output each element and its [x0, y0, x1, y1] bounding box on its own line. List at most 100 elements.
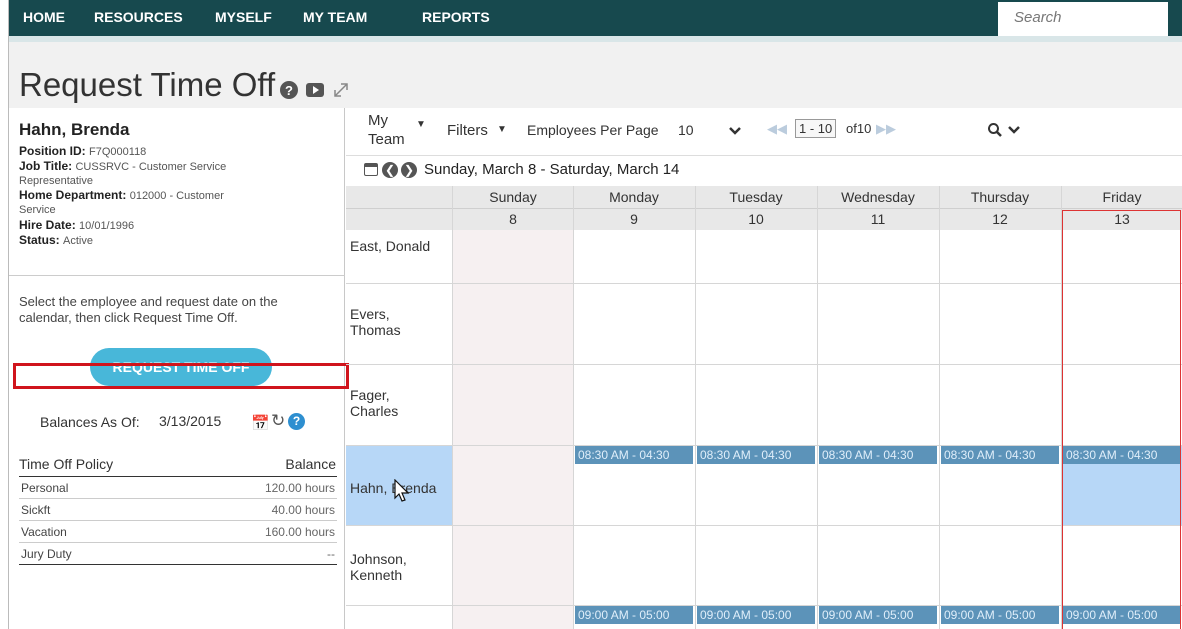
- day-header-monday: Monday: [609, 189, 659, 205]
- shift-block[interactable]: 08:30 AM - 04:30: [697, 446, 815, 464]
- refresh-icon[interactable]: ↻: [271, 411, 285, 431]
- table-row[interactable]: Sickft 40.00 hours: [19, 499, 337, 521]
- employee-row-evers[interactable]: Evers, Thomas: [346, 306, 447, 338]
- search-input[interactable]: Search: [998, 2, 1168, 36]
- day-number: 8: [509, 211, 517, 227]
- employee-name-line: Thomas: [350, 322, 401, 338]
- nav-reports[interactable]: REPORTS: [422, 9, 490, 25]
- column-divider: [939, 186, 940, 629]
- next-week-icon[interactable]: ❯: [401, 162, 417, 178]
- policy-balance: --: [327, 547, 335, 561]
- week-navigation: ❮ ❯ Sunday, March 8 - Saturday, March 14: [346, 156, 1182, 186]
- row-divider: [346, 364, 1182, 365]
- job-title-value-cont: Representative: [19, 175, 93, 187]
- policy-name: Jury Duty: [21, 547, 72, 561]
- mouse-cursor-icon: [394, 479, 410, 502]
- home-department: Home Department: 012000 - Customer: [19, 188, 224, 202]
- shift-block[interactable]: 09:00 AM - 05:00: [575, 606, 693, 624]
- policy-name: Vacation: [21, 525, 67, 539]
- balances-help-icon[interactable]: ?: [288, 413, 305, 430]
- calendar-icon[interactable]: 📅: [251, 414, 270, 432]
- home-dept-label: Home Department:: [19, 188, 127, 202]
- row-divider: [346, 283, 1182, 284]
- filters-caret-icon[interactable]: ▼: [497, 124, 507, 135]
- employee-name-line: Evers,: [350, 306, 390, 322]
- search-chevron-icon[interactable]: [1007, 125, 1021, 135]
- last-page-icon[interactable]: ▶▶: [876, 121, 896, 137]
- page-title: Request Time Off: [19, 66, 276, 103]
- svg-text:?: ?: [285, 83, 293, 98]
- prev-week-icon[interactable]: ❮: [382, 162, 398, 178]
- highlight-box: [13, 363, 349, 389]
- balances-table: Personal 120.00 hours Sickft 40.00 hours…: [19, 476, 337, 565]
- hire-date-value: 10/01/1996: [79, 220, 135, 232]
- help-icon[interactable]: ?: [279, 80, 299, 100]
- balances-date-input[interactable]: 3/13/2015: [154, 408, 238, 434]
- employee-row-east[interactable]: East, Donald: [346, 238, 447, 254]
- search-icon[interactable]: [987, 122, 1003, 138]
- day-number: 11: [870, 211, 886, 227]
- nav-my-team[interactable]: MY TEAM: [303, 9, 367, 25]
- policy-balance: 40.00 hours: [271, 503, 335, 517]
- policy-name: Sickft: [21, 503, 51, 517]
- table-row[interactable]: Vacation 160.00 hours: [19, 521, 337, 543]
- employee-name-line: Kenneth: [350, 567, 403, 583]
- policy-column-header: Time Off Policy: [19, 456, 114, 472]
- employee-name: Hahn, Brenda: [19, 120, 130, 139]
- my-team-label-1[interactable]: My: [368, 112, 388, 129]
- day-number: 9: [630, 211, 638, 227]
- shift-block[interactable]: 09:00 AM - 05:00: [819, 606, 937, 624]
- day-header-wednesday: Wednesday: [841, 189, 915, 205]
- job-title-value: CUSSRVC - Customer Service: [75, 161, 227, 173]
- hahn-sunday-cell: [453, 445, 573, 525]
- shift-block[interactable]: 09:00 AM - 05:00: [941, 606, 1059, 624]
- week-range: Sunday, March 8 - Saturday, March 14: [424, 161, 680, 178]
- filters-dropdown[interactable]: Filters: [447, 122, 488, 139]
- video-icon[interactable]: [305, 80, 325, 100]
- day-number: 12: [992, 211, 1008, 227]
- day-number: 10: [748, 211, 764, 227]
- day-header-thursday: Thursday: [970, 189, 1030, 205]
- schedule-grid: Sunday 8 Monday 9 Tuesday 10 Wednesday 1…: [346, 186, 1182, 629]
- employee-name-line: Charles: [350, 403, 399, 419]
- balances-as-of-label: Balances As Of:: [40, 414, 140, 430]
- per-page-label: Employees Per Page: [527, 122, 659, 138]
- first-page-icon[interactable]: ◀◀: [767, 121, 787, 137]
- home-dept-value-cont: Service: [19, 204, 56, 216]
- column-divider: [695, 186, 696, 629]
- page-range[interactable]: 1 - 10: [795, 119, 837, 138]
- table-row[interactable]: Jury Duty --: [19, 543, 337, 565]
- per-page-chevron-icon[interactable]: [728, 126, 742, 136]
- column-divider: [817, 186, 818, 629]
- calendar-view-icon[interactable]: [364, 163, 378, 176]
- employee-name-line: Johnson,: [350, 551, 407, 567]
- my-team-label-2[interactable]: Team: [368, 131, 405, 148]
- shift-block[interactable]: 08:30 AM - 04:30: [941, 446, 1059, 464]
- status: Status: Active: [19, 233, 93, 247]
- table-row[interactable]: Personal 120.00 hours: [19, 477, 337, 499]
- status-value: Active: [63, 235, 93, 247]
- employee-row-fager[interactable]: Fager, Charles: [346, 387, 447, 419]
- page-total: of10: [846, 121, 872, 136]
- employee-name-line: Fager,: [350, 387, 390, 403]
- column-divider: [452, 186, 453, 629]
- per-page-value[interactable]: 10: [678, 122, 694, 138]
- shift-block[interactable]: 08:30 AM - 04:30: [575, 446, 693, 464]
- nav-myself[interactable]: MYSELF: [215, 9, 272, 25]
- divider: [9, 275, 345, 276]
- shift-block[interactable]: 09:00 AM - 05:00: [697, 606, 815, 624]
- nav-resources[interactable]: RESOURCES: [94, 9, 183, 25]
- nav-home[interactable]: HOME: [23, 9, 65, 25]
- policy-balance: 120.00 hours: [264, 481, 335, 495]
- instructions-text: Select the employee and request date on …: [19, 294, 278, 325]
- position-id-value: F7Q000118: [89, 146, 147, 158]
- shift-block[interactable]: 08:30 AM - 04:30: [819, 446, 937, 464]
- expand-icon[interactable]: [331, 80, 351, 100]
- home-dept-value: 012000 - Customer: [129, 190, 224, 202]
- my-team-caret-icon[interactable]: ▼: [416, 119, 426, 130]
- employee-name-line: East, Donald: [350, 238, 431, 254]
- employee-row-johnson[interactable]: Johnson, Kenneth: [346, 551, 447, 583]
- job-title-label: Job Title:: [19, 159, 73, 173]
- sunday-column: [453, 230, 573, 629]
- app-window: HOME RESOURCES MYSELF MY TEAM REPORTS Se…: [8, 0, 1182, 629]
